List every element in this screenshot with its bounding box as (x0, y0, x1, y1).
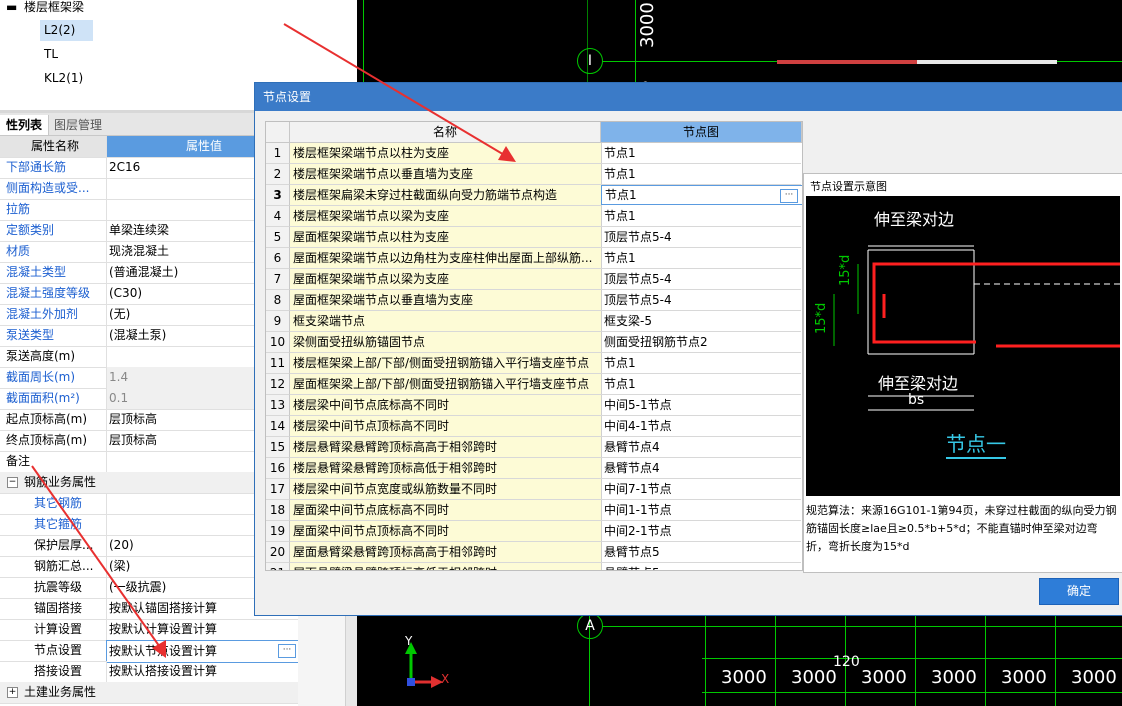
annotation-arrows (31, 23, 516, 658)
